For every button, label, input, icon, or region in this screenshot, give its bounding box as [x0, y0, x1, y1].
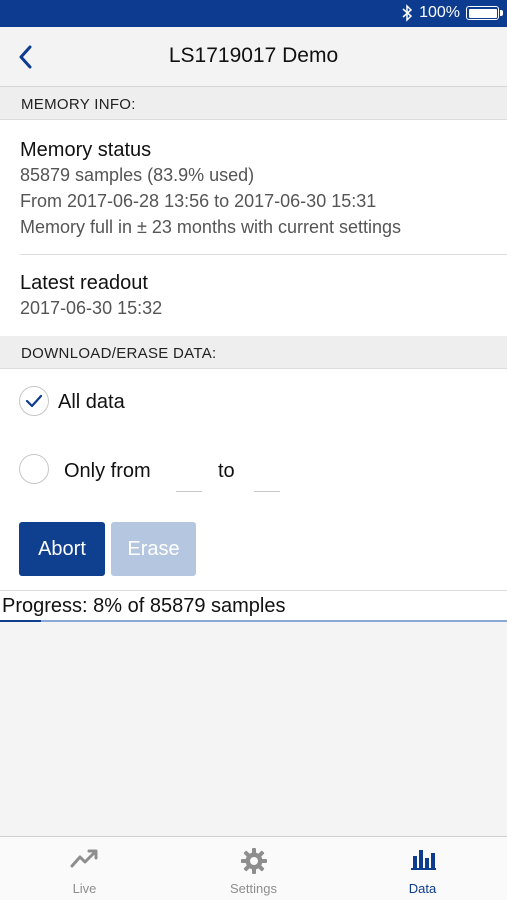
latest-readout-label: Latest readout	[20, 272, 148, 294]
memory-full-estimate: Memory full in ± 23 months with current …	[20, 217, 402, 237]
to-label: to	[218, 460, 235, 482]
tab-label: Settings	[230, 881, 277, 896]
progress-text: Progress: 8% of 85879 samples	[2, 595, 286, 617]
tab-bar: Live Settings Data	[0, 836, 507, 900]
gear-icon	[240, 848, 267, 874]
tab-live[interactable]: Live	[0, 837, 169, 900]
to-date-field[interactable]	[254, 472, 280, 492]
from-date-field[interactable]	[176, 472, 202, 492]
battery-percent: 100%	[419, 4, 460, 21]
memory-date-range: From 2017-06-28 13:56 to 2017-06-30 15:3…	[20, 191, 377, 211]
tab-label: Data	[408, 881, 437, 896]
latest-readout-value: 2017-06-30 15:32	[20, 298, 163, 318]
nav-bar: LS1719017 Demo	[0, 27, 507, 87]
all-data-label[interactable]: All data	[58, 391, 125, 414]
checkmark-icon	[25, 394, 43, 408]
bluetooth-icon	[402, 4, 413, 22]
memory-info-header: MEMORY INFO:	[0, 87, 507, 120]
page-title: LS1719017 Demo	[168, 44, 339, 67]
bar-chart-icon	[410, 850, 436, 870]
abort-button[interactable]: Abort	[19, 522, 105, 576]
status-right: 100%	[401, 4, 503, 22]
memory-status-cell: Memory status 85879 samples (83.9% used)…	[0, 120, 507, 254]
download-erase-header-label: DOWNLOAD/ERASE DATA:	[21, 345, 217, 362]
content-area	[0, 622, 507, 836]
only-from-checkbox[interactable]	[19, 454, 49, 484]
only-from-label[interactable]: Only from	[64, 460, 151, 483]
latest-readout-cell: Latest readout 2017-06-30 15:32	[0, 255, 507, 336]
erase-button[interactable]: Erase	[111, 522, 196, 576]
memory-status-label: Memory status	[20, 139, 152, 161]
download-erase-header: DOWNLOAD/ERASE DATA:	[0, 336, 507, 369]
status-bar: 100%	[0, 0, 507, 27]
battery-icon	[466, 6, 503, 20]
tab-settings[interactable]: Settings	[169, 837, 338, 900]
tab-label: Live	[72, 881, 97, 896]
trend-icon	[70, 849, 97, 868]
memory-samples: 85879 samples (83.9% used)	[20, 165, 255, 185]
tab-data[interactable]: Data	[338, 837, 507, 900]
memory-info-header-label: MEMORY INFO:	[21, 96, 136, 113]
progress-section: Progress: 8% of 85879 samples	[0, 590, 507, 623]
all-data-checkbox[interactable]	[19, 386, 49, 416]
